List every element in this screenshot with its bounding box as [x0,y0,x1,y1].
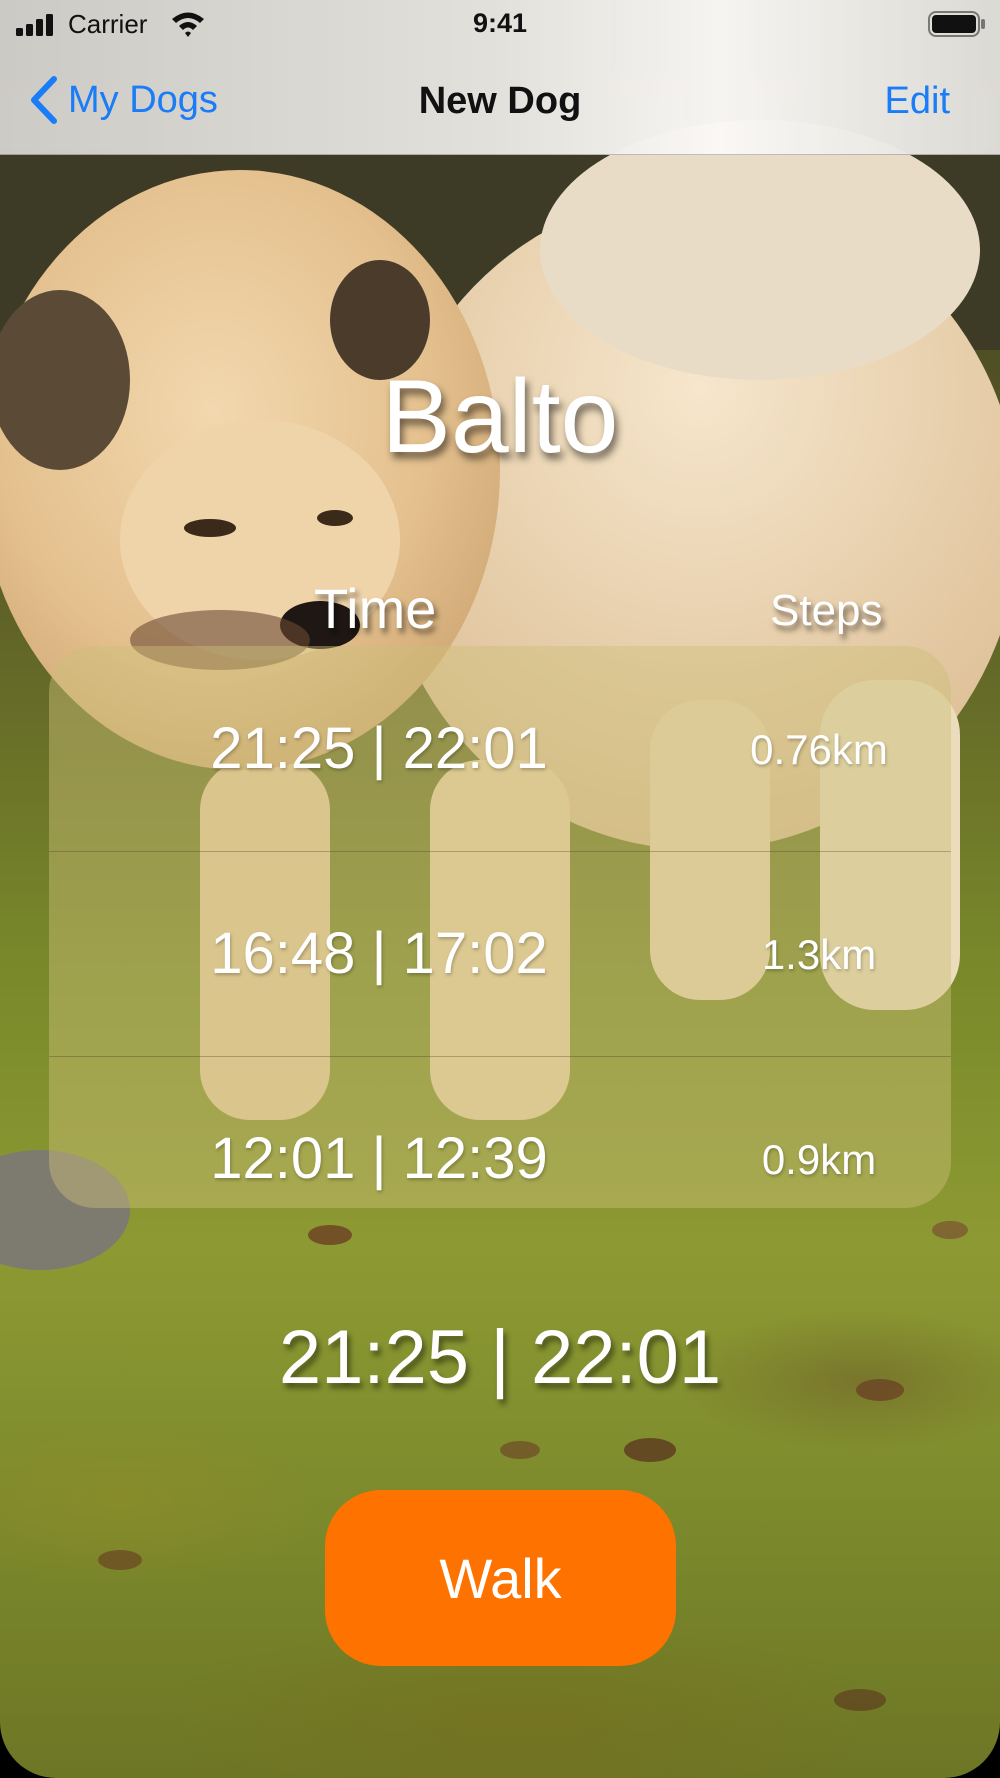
status-time: 9:41 [472,8,528,38]
table-row[interactable]: 12:01 | 12:39 0.9km [49,1056,951,1208]
table-row[interactable]: 21:25 | 22:01 0.76km [49,646,951,852]
time-column-header: Time [314,577,437,640]
nav-header: My Dogs New Dog Edit [0,60,1000,140]
battery-icon [928,11,985,37]
edit-button[interactable]: Edit [885,80,950,123]
walk-distance: 0.9km [761,1136,877,1183]
current-walk-time: 21:25 | 22:01 [278,1315,722,1400]
walk-distance: 0.76km [750,726,888,773]
steps-column-header: Steps [770,586,883,635]
dog-name-title: Balto [381,359,619,475]
app-screen: Carrier 9:41 My Dogs New Dog Edit Balto … [0,0,1000,1778]
walk-history-table[interactable]: 21:25 | 22:01 0.76km 16:48 | 17:02 1.3km… [49,646,951,1208]
status-bar: Carrier 9:41 [0,0,1000,50]
walk-time-range: 21:25 | 22:01 [210,716,548,781]
walk-distance: 1.3km [761,931,877,978]
navigation-bar: Carrier 9:41 My Dogs New Dog Edit [0,0,1000,155]
page-title: New Dog [418,80,582,122]
walk-button[interactable]: Walk [325,1490,676,1666]
walk-time-range: 12:01 | 12:39 [210,1126,548,1191]
walk-time-range: 16:48 | 17:02 [210,921,548,986]
table-row[interactable]: 16:48 | 17:02 1.3km [49,851,951,1057]
